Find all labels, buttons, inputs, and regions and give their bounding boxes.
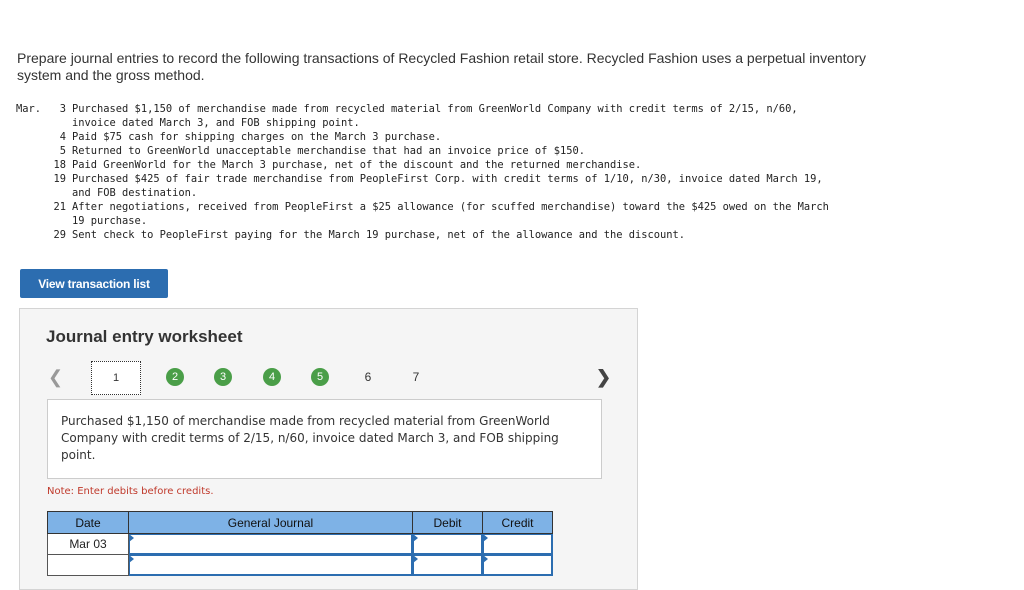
transaction-description: Purchased $1,150 of merchandise made fro… — [61, 414, 559, 462]
journal-header-row: Date General Journal Debit Credit — [47, 511, 553, 534]
note-text: Note: Enter debits before credits. — [47, 486, 214, 497]
transaction-text: Returned to GreenWorld unacceptable merc… — [72, 145, 585, 157]
transaction-day: 4 — [59, 131, 66, 143]
transaction-day: 5 — [59, 145, 66, 157]
view-transaction-list-button[interactable]: View transaction list — [20, 269, 168, 298]
transaction-row: 19 Purchased $425 of fair trade merchand… — [16, 172, 892, 200]
transaction-list: Mar. 3 Purchased $1,150 of merchandise m… — [16, 102, 892, 242]
step-4[interactable]: 4 — [263, 368, 281, 386]
transaction-text: Purchased $1,150 of merchandise made fro… — [72, 103, 798, 129]
worksheet-title: Journal entry worksheet — [46, 327, 243, 346]
step-3[interactable]: 3 — [214, 368, 232, 386]
transaction-row: 5 Returned to GreenWorld unacceptable me… — [16, 144, 892, 158]
input-marker-icon — [483, 534, 488, 542]
transaction-text: Paid $75 cash for shipping charges on th… — [72, 131, 442, 143]
transaction-text: Sent check to PeopleFirst paying for the… — [72, 229, 686, 241]
input-marker-icon — [413, 534, 418, 542]
header-general-journal: General Journal — [128, 511, 413, 534]
dropdown-marker-icon — [129, 555, 134, 563]
transaction-row: Mar. 3 Purchased $1,150 of merchandise m… — [16, 102, 892, 130]
account-input[interactable] — [128, 533, 413, 555]
step-7[interactable]: 7 — [407, 368, 425, 386]
transaction-day: 29 — [53, 229, 66, 241]
input-marker-icon — [483, 555, 488, 563]
account-input[interactable] — [128, 554, 413, 576]
transaction-description-box: Purchased $1,150 of merchandise made fro… — [47, 399, 602, 479]
instructions-text: Prepare journal entries to record the fo… — [17, 50, 866, 83]
transaction-day: 18 — [53, 159, 66, 171]
transaction-row: 21 After negotiations, received from Peo… — [16, 200, 892, 228]
date-cell: Mar 03 — [47, 533, 129, 555]
transaction-row: 4 Paid $75 cash for shipping charges on … — [16, 130, 892, 144]
transaction-day: 3 — [59, 103, 66, 115]
table-row — [47, 554, 553, 576]
chevron-right-icon[interactable]: ❯ — [596, 367, 611, 388]
step-navigator: ❮ 1 2 3 4 5 6 7 ❯ — [20, 361, 637, 395]
transaction-day: 19 — [53, 173, 66, 185]
input-marker-icon — [413, 555, 418, 563]
transaction-text: Purchased $425 of fair trade merchandise… — [72, 173, 823, 199]
transaction-day: 21 — [53, 201, 66, 213]
header-debit: Debit — [412, 511, 483, 534]
header-credit: Credit — [482, 511, 553, 534]
journal-table: Date General Journal Debit Credit Mar 03 — [47, 511, 553, 576]
transaction-text: Paid GreenWorld for the March 3 purchase… — [72, 159, 642, 171]
debit-input[interactable] — [412, 533, 483, 555]
transaction-row: 29 Sent check to PeopleFirst paying for … — [16, 228, 892, 242]
table-row: Mar 03 — [47, 533, 553, 555]
transaction-month: Mar. — [16, 103, 42, 115]
transaction-text: After negotiations, received from People… — [72, 201, 829, 227]
dropdown-marker-icon — [129, 534, 134, 542]
step-2[interactable]: 2 — [166, 368, 184, 386]
step-6[interactable]: 6 — [359, 368, 377, 386]
date-cell — [47, 554, 129, 576]
credit-input[interactable] — [482, 533, 553, 555]
journal-entry-worksheet: Journal entry worksheet ❮ 1 2 3 4 5 6 7 … — [19, 308, 638, 590]
transaction-row: 18 Paid GreenWorld for the March 3 purch… — [16, 158, 892, 172]
step-5[interactable]: 5 — [311, 368, 329, 386]
step-1[interactable]: 1 — [91, 361, 141, 395]
chevron-left-icon[interactable]: ❮ — [48, 367, 63, 388]
credit-input[interactable] — [482, 554, 553, 576]
debit-input[interactable] — [412, 554, 483, 576]
header-date: Date — [47, 511, 129, 534]
